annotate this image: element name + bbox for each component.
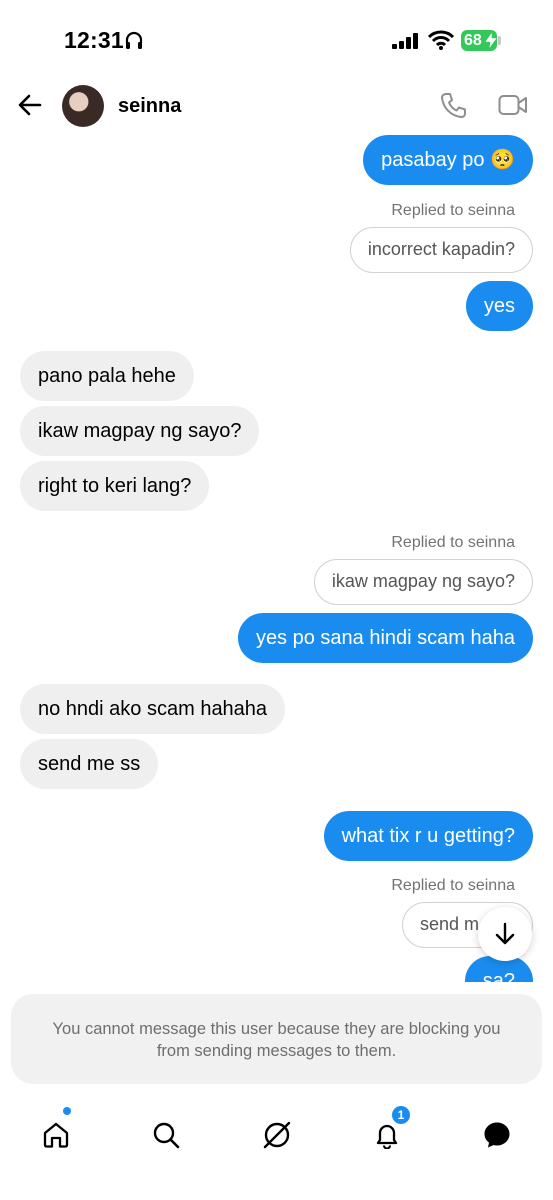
- home-icon: [43, 1122, 69, 1148]
- reply-label: Replied to seinna: [391, 877, 515, 894]
- tab-search[interactable]: [141, 1110, 191, 1160]
- phone-icon[interactable]: [440, 92, 466, 120]
- status-bar: 12:31 68: [0, 0, 553, 80]
- incoming-message[interactable]: ikaw magpay ng sayo?: [20, 406, 260, 456]
- wifi-icon: [428, 30, 454, 50]
- reply-label: Replied to seinna: [391, 202, 515, 219]
- chat-username[interactable]: seinna: [118, 95, 181, 118]
- incoming-message[interactable]: no hndi ako scam hahaha: [20, 684, 286, 734]
- search-icon: [153, 1122, 180, 1149]
- arrow-down-icon: [495, 922, 515, 945]
- notification-badge: 1: [392, 1106, 410, 1124]
- quoted-message[interactable]: ikaw magpay ng sayo?: [313, 559, 533, 605]
- outgoing-message[interactable]: pasabay po 🥺: [363, 135, 533, 185]
- tab-messages[interactable]: [472, 1110, 522, 1160]
- incoming-message[interactable]: right to keri lang?: [20, 461, 210, 511]
- charging-bolt-icon: [485, 32, 497, 49]
- tab-bar: [0, 1100, 553, 1200]
- outgoing-message[interactable]: yes: [465, 281, 533, 331]
- outgoing-message[interactable]: yes po sana hindi scam haha: [237, 613, 533, 663]
- scroll-to-bottom-button[interactable]: [478, 907, 532, 961]
- tab-home[interactable]: [31, 1110, 81, 1160]
- battery-level: 68: [464, 32, 482, 49]
- status-time: 12:31: [64, 27, 124, 53]
- battery-cap: [498, 36, 501, 45]
- message-thread[interactable]: pasabay po 🥺 Replied to seinna incorrect…: [0, 132, 553, 982]
- reply-label: Replied to seinna: [391, 534, 515, 551]
- chat-header: seinna: [0, 80, 553, 136]
- headphones-icon: [125, 31, 143, 49]
- explore-icon: [263, 1121, 291, 1149]
- home-activity-dot: [62, 1106, 72, 1116]
- tab-explore[interactable]: [252, 1110, 302, 1160]
- bell-icon: [376, 1124, 398, 1149]
- incoming-message[interactable]: send me ss: [20, 739, 159, 789]
- avatar[interactable]: [62, 85, 104, 127]
- incoming-message[interactable]: pano pala hehe: [20, 351, 194, 401]
- quoted-message[interactable]: incorrect kapadin?: [349, 227, 533, 273]
- outgoing-message[interactable]: what tix r u getting?: [323, 811, 533, 861]
- signal-icon: [392, 33, 418, 49]
- back-arrow-icon[interactable]: [17, 92, 43, 118]
- blocked-notice: You cannot message this user because the…: [11, 994, 542, 1084]
- messages-icon: [484, 1122, 510, 1148]
- video-camera-icon[interactable]: [498, 94, 528, 118]
